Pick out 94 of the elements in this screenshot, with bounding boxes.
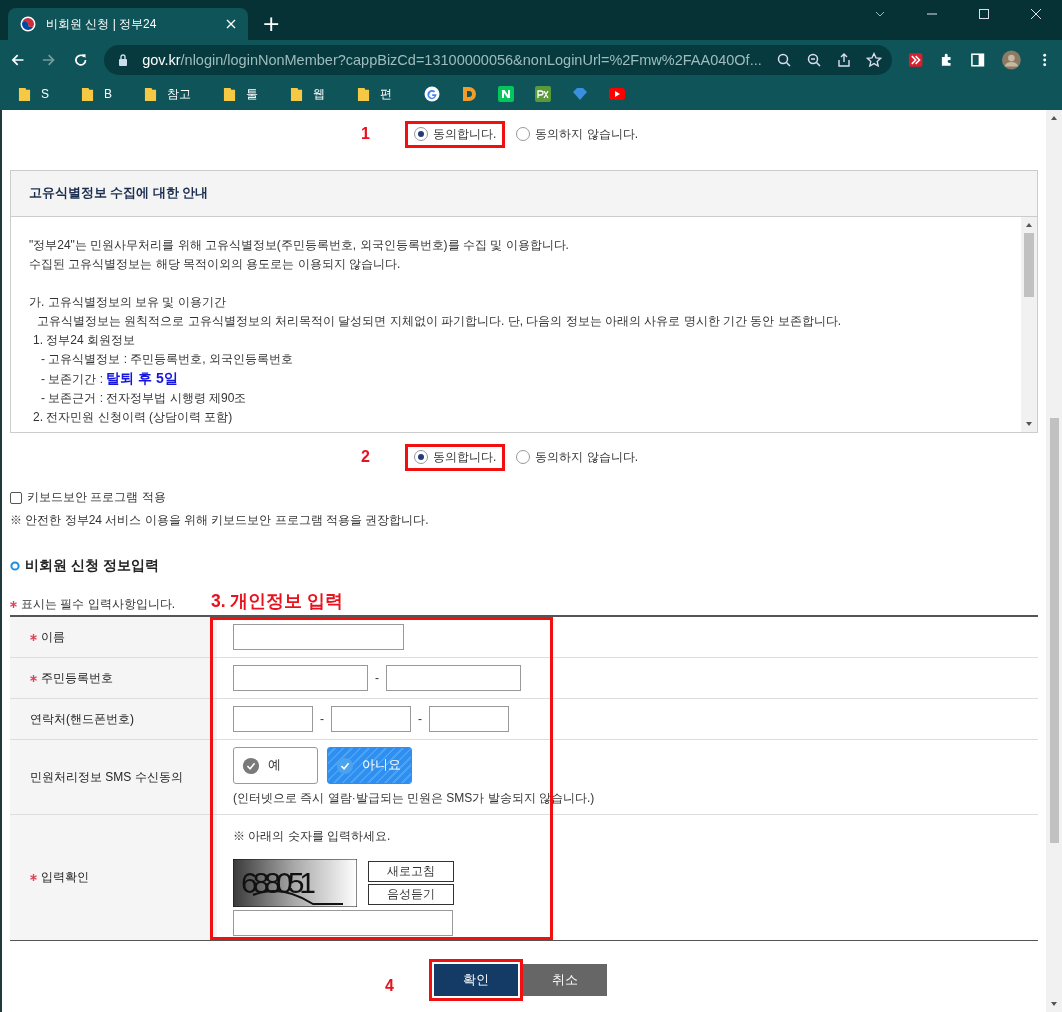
notice-title: 고유식별정보 수집에 대한 안내	[11, 171, 1037, 217]
step-number: 1	[361, 125, 371, 143]
notice-line: 2. 전자민원 신청이력 (상담이력 포함)	[32, 409, 234, 426]
scroll-up-icon[interactable]	[1050, 114, 1058, 122]
new-tab-button[interactable]: +	[256, 11, 287, 36]
address-bar[interactable]: gov.kr/nlogin/loginNonMember?cappBizCd=13100000056&nonLoginUrl=%2Fmw%2FAA040Of...	[104, 45, 892, 75]
browser-tab[interactable]: 비회원 신청 | 정부24	[8, 8, 248, 40]
bookmark-folder[interactable]: 편	[357, 85, 393, 103]
folder-icon	[290, 86, 304, 102]
step-label: 3. 개인정보 입력	[211, 590, 344, 613]
field-label: 민원처리정보 SMS 수신동의	[30, 768, 183, 786]
folder-icon	[18, 86, 31, 102]
captcha-image: 688051	[233, 858, 357, 907]
lock-icon	[118, 54, 129, 66]
scroll-down-icon[interactable]	[1050, 1000, 1058, 1008]
zoom-out-icon[interactable]	[805, 52, 822, 68]
check-icon	[336, 756, 354, 775]
field-label: 연락처(핸드폰번호)	[30, 710, 134, 728]
folder-icon	[223, 86, 237, 102]
scroll-down-icon[interactable]	[1025, 420, 1033, 428]
action-button[interactable]: 취소	[523, 964, 607, 996]
scrollbar[interactable]	[1046, 110, 1062, 1012]
google-icon[interactable]	[424, 86, 441, 102]
tab-title: 비회원 신청 | 정부24	[46, 15, 158, 33]
scroll-thumb[interactable]	[1024, 233, 1034, 297]
share-icon[interactable]	[835, 52, 852, 68]
radio-option[interactable]: 동의하지 않습니다.	[516, 448, 638, 466]
scroll-thumb[interactable]	[1049, 418, 1059, 843]
name-field[interactable]	[233, 624, 404, 650]
radio-option[interactable]: 동의하지 않습니다.	[516, 125, 638, 143]
required-icon	[10, 601, 17, 608]
bookmark-folder[interactable]: 툴	[223, 85, 259, 103]
required-icon	[30, 874, 37, 881]
action-button[interactable]: 확인	[434, 964, 518, 996]
notice-line: 수집된 고유식별정보는 해당 목적이외의 용도로는 이용되지 않습니다.	[29, 256, 402, 273]
bookmark-folder[interactable]: B	[81, 86, 113, 102]
input-field[interactable]	[429, 706, 509, 732]
px-logo-icon[interactable]	[535, 86, 552, 102]
input-field[interactable]	[233, 665, 368, 691]
choice-button[interactable]: 예	[233, 747, 318, 784]
bookmark-folder[interactable]: 웹	[290, 85, 326, 103]
search-icon[interactable]	[775, 52, 792, 68]
input-field[interactable]	[233, 706, 313, 732]
input-field[interactable]	[331, 706, 411, 732]
captcha-button[interactable]: 새로고침	[368, 860, 454, 882]
notice-line: 1. 정부24 회원정보	[32, 332, 137, 349]
required-icon	[30, 633, 37, 641]
diamond-icon[interactable]	[572, 86, 589, 102]
notice-line: "정부24"는 민원사무처리를 위해 고유식별정보(주민등록번호, 외국인등록번호)를 수집 및 이용합니다.	[29, 237, 570, 254]
notice-line: - 고유식별정보 : 주민등록번호, 외국인등록번호	[40, 351, 294, 368]
url-text: gov.kr/nlogin/loginNonMember?cappBizCd=13100000056&nonLoginUrl=%2Fmw%2FAA040Of...	[142, 52, 762, 68]
check-icon	[242, 756, 260, 775]
required-note: 표시는 필수 입력사항입니다.	[21, 596, 176, 613]
separator: -	[417, 712, 423, 726]
bookmark-folder[interactable]: 참고	[144, 85, 192, 103]
captcha-field[interactable]	[233, 909, 453, 936]
radio-option[interactable]: 동의합니다.	[414, 448, 497, 466]
field-label: 주민등록번호	[41, 669, 113, 687]
reload-icon[interactable]	[72, 51, 89, 69]
star-icon[interactable]	[865, 52, 882, 68]
section-title: 비회원 신청 정보입력	[25, 557, 159, 575]
field-label: 입력확인	[41, 869, 89, 886]
maximize-icon[interactable]	[978, 8, 990, 20]
bookmark-folder[interactable]: S	[18, 86, 49, 102]
captcha-button[interactable]: 음성듣기	[368, 883, 454, 905]
sidebar-icon[interactable]	[970, 51, 986, 69]
ring-bullet-icon	[10, 561, 20, 571]
folder-icon	[81, 86, 94, 102]
scrollbar[interactable]	[1021, 217, 1037, 432]
d-logo-icon[interactable]	[461, 86, 478, 102]
notice-line: - 보존근거 : 전자정부법 시행령 제90조	[40, 390, 248, 407]
keyboard-security-checkbox[interactable]: 키보드보안 프로그램 적용	[10, 489, 166, 506]
notice-line: - 보존기간 : 탈퇴 후 5일	[40, 369, 179, 388]
recommendation-note: ※ 안전한 정부24 서비스 이용을 위해 키보드보안 프로그램 적용을 권장합니다.	[10, 512, 429, 529]
captcha-instruction: ※ 아래의 숫자를 입력하세요.	[233, 827, 392, 845]
taegeuk-icon	[20, 16, 36, 32]
avatar-icon[interactable]	[1001, 49, 1021, 71]
close-icon[interactable]	[1030, 8, 1042, 20]
field-label: 이름	[41, 628, 65, 646]
radio-option[interactable]: 동의합니다.	[414, 125, 497, 143]
extension-icon[interactable]	[907, 51, 924, 69]
n-logo-icon[interactable]	[498, 86, 515, 102]
step-number: 4	[385, 977, 395, 995]
folder-icon	[357, 86, 371, 102]
separator: -	[374, 671, 380, 685]
folder-icon	[144, 86, 158, 102]
input-field[interactable]	[386, 665, 521, 691]
scroll-up-icon[interactable]	[1025, 221, 1033, 229]
required-icon	[30, 674, 37, 682]
separator: -	[319, 712, 325, 726]
notice-line: 고유식별정보는 원칙적으로 고유식별정보의 처리목적이 달성되면 지체없이 파기합니다. 단, 다음의 정보는 아래의 사유로 명시한 기간 동안 보존합니다.	[36, 313, 842, 330]
step-number: 2	[361, 448, 371, 466]
play-icon[interactable]	[609, 86, 626, 102]
notice-line: 가. 고유식별정보의 보유 및 이용기간	[29, 294, 227, 311]
